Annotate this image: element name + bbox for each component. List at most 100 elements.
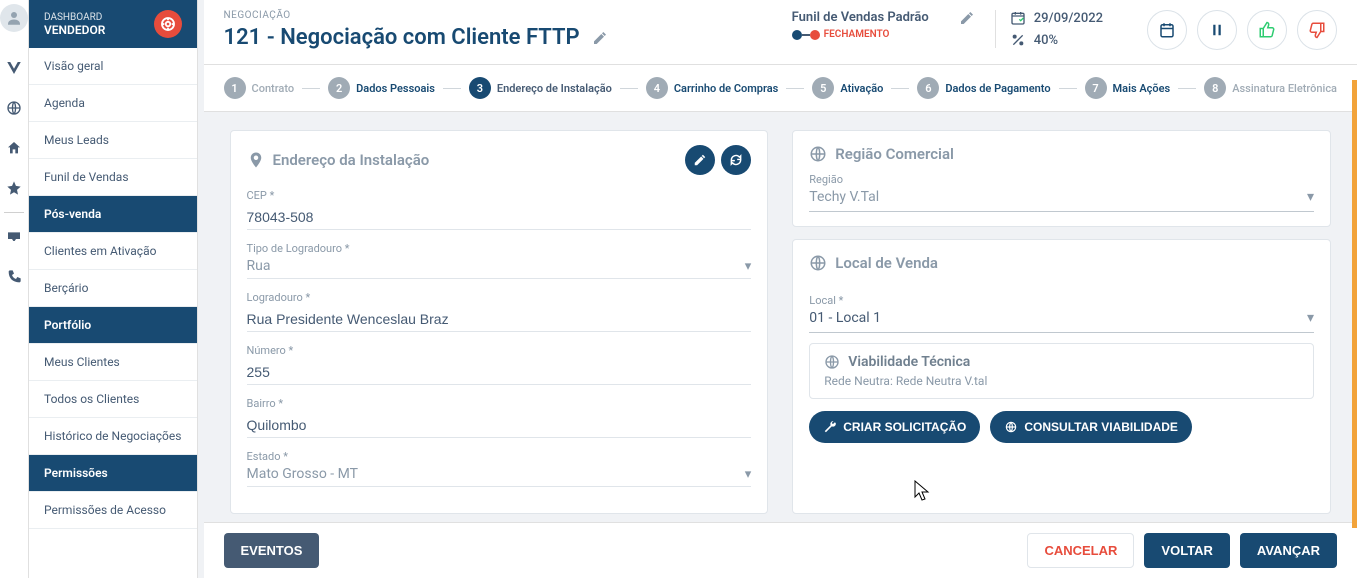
chevron-down-icon: ▾ (745, 467, 752, 482)
sidebar: DASHBOARD VENDEDOR Visão geralAgendaMeus… (29, 0, 198, 578)
thumbs-down-icon[interactable] (1297, 10, 1337, 50)
step-number: 8 (1204, 77, 1226, 99)
icon-rail (0, 0, 29, 578)
edit-address-icon[interactable] (685, 145, 715, 175)
install-address-card: Endereço da Instalação CEP * (230, 130, 769, 514)
estado-select[interactable]: Mato Grosso - MT ▾ (247, 466, 752, 487)
step-divider (302, 88, 320, 89)
step-5[interactable]: 5 Ativação (812, 77, 883, 99)
funnel-stage: FECHAMENTO (824, 29, 890, 40)
content-area: Endereço da Instalação CEP * (204, 112, 1357, 522)
cep-label: CEP * (247, 189, 752, 202)
sidebar-item-12[interactable]: Permissões de Acesso (29, 492, 197, 529)
step-8[interactable]: 8 Assinatura Eletrônica (1204, 77, 1337, 99)
location-icon (247, 151, 265, 169)
step-number: 1 (224, 77, 246, 99)
numero-input[interactable] (247, 360, 752, 385)
globe-icon (809, 254, 827, 272)
local-label: Local * (809, 294, 1314, 307)
cep-input[interactable] (247, 205, 752, 230)
pause-icon[interactable] (1197, 10, 1237, 50)
page-title: 121 - Negociação com Cliente FTTP (224, 25, 580, 50)
funnel-block: Funil de Vendas Padrão FECHAMENTO (792, 10, 939, 40)
step-2[interactable]: 2 Dados Pessoais (328, 77, 435, 99)
phone-icon[interactable] (4, 267, 24, 287)
sidebar-item-6[interactable]: Berçário (29, 270, 197, 307)
steps-bar: 1 Contrato 2 Dados Pessoais 3Endereço de Ins… (204, 65, 1357, 112)
eventos-button[interactable]: EVENTOS (224, 533, 320, 568)
viability-title: Viabilidade Técnica (848, 354, 970, 370)
funnel-title: Funil de Vendas Padrão (792, 10, 929, 25)
consultar-viabilidade-button[interactable]: CONSULTAR VIABILIDADE (990, 411, 1192, 443)
calendar-icon (1010, 10, 1026, 26)
step-label: Assinatura Eletrônica (1232, 82, 1337, 95)
rail-divider (4, 212, 24, 213)
avancar-button[interactable]: AVANÇAR (1240, 533, 1337, 568)
bairro-label: Bairro * (247, 397, 752, 410)
sidebar-item-2[interactable]: Meus Leads (29, 122, 197, 159)
sidebar-item-1[interactable]: Agenda (29, 85, 197, 122)
sidebar-header: DASHBOARD VENDEDOR (29, 0, 197, 48)
voltar-button[interactable]: VOLTAR (1144, 533, 1230, 568)
step-divider (891, 88, 909, 89)
step-number: 7 (1085, 77, 1107, 99)
local-card: Local de Venda Local * 01 - Local 1 ▾ Vi… (792, 239, 1331, 514)
sidebar-item-11[interactable]: Permissões (29, 455, 197, 492)
help-icon[interactable] (154, 10, 182, 38)
dashboard-label: DASHBOARD (44, 12, 105, 23)
step-6[interactable]: 6Dados de Pagamento (917, 77, 1050, 99)
avatar[interactable] (0, 4, 28, 32)
refresh-address-icon[interactable] (721, 145, 751, 175)
step-number: 3 (469, 77, 491, 99)
sidebar-item-10[interactable]: Histórico de Negociações (29, 418, 197, 455)
main: NEGOCIAÇÃO 121 - Negociação com Cliente … (204, 0, 1357, 578)
logradouro-input[interactable] (247, 307, 752, 332)
sidebar-item-0[interactable]: Visão geral (29, 48, 197, 85)
cancelar-button[interactable]: CANCELAR (1027, 533, 1134, 568)
local-select[interactable]: 01 - Local 1 ▾ (809, 310, 1314, 333)
criar-solicitacao-button[interactable]: CRIAR SOLICITAÇÃO (809, 411, 980, 443)
step-number: 6 (917, 77, 939, 99)
step-label: Ativação (840, 82, 883, 95)
step-number: 2 (328, 77, 350, 99)
step-number: 4 (646, 77, 668, 99)
percent-icon (1010, 32, 1026, 48)
thumbs-up-icon[interactable] (1247, 10, 1287, 50)
step-label: Contrato (252, 82, 295, 95)
step-3[interactable]: 3Endereço de Instalação (469, 77, 612, 99)
step-7[interactable]: 7Mais Ações (1085, 77, 1171, 99)
globe-icon[interactable] (4, 98, 24, 118)
bairro-input[interactable] (247, 413, 752, 438)
inbox-icon[interactable] (4, 227, 24, 247)
step-label: Carrinho de Compras (674, 82, 778, 95)
logradouro-label: Logradouro * (247, 291, 752, 304)
step-4[interactable]: 4 Carrinho de Compras (646, 77, 778, 99)
chevron-down-icon: ▾ (1307, 189, 1314, 205)
home-icon[interactable] (4, 138, 24, 158)
install-card-title: Endereço da Instalação (273, 151, 430, 169)
bottom-bar: EVENTOS CANCELAR VOLTAR AVANÇAR (204, 522, 1357, 578)
sidebar-item-5[interactable]: Clientes em Ativação (29, 233, 197, 270)
sidebar-item-7[interactable]: Portfólio (29, 307, 197, 344)
scroll-indicator (1352, 80, 1357, 528)
edit-funnel-icon[interactable] (959, 10, 975, 26)
sidebar-item-4[interactable]: Pós-venda (29, 196, 197, 233)
globe-icon (824, 354, 840, 370)
tipo-select[interactable]: Rua ▾ (247, 258, 752, 279)
sidebar-item-8[interactable]: Meus Clientes (29, 344, 197, 381)
wrench-icon (823, 420, 837, 434)
edit-title-icon[interactable] (592, 30, 608, 46)
logo-v-icon[interactable] (4, 58, 24, 78)
star-icon[interactable] (4, 178, 24, 198)
globe-icon (809, 145, 827, 163)
regiao-select[interactable]: Techy V.Tal ▾ (809, 189, 1314, 212)
step-label: Dados Pessoais (356, 82, 435, 95)
sidebar-item-3[interactable]: Funil de Vendas (29, 159, 197, 196)
info-block: 29/09/2022 40% (995, 10, 1117, 48)
step-1[interactable]: 1 Contrato (224, 77, 295, 99)
sidebar-item-9[interactable]: Todos os Clientes (29, 381, 197, 418)
chevron-down-icon: ▾ (1307, 310, 1314, 326)
calendar-action-icon[interactable] (1147, 10, 1187, 50)
step-number: 5 (812, 77, 834, 99)
role-label: VENDEDOR (44, 23, 105, 37)
